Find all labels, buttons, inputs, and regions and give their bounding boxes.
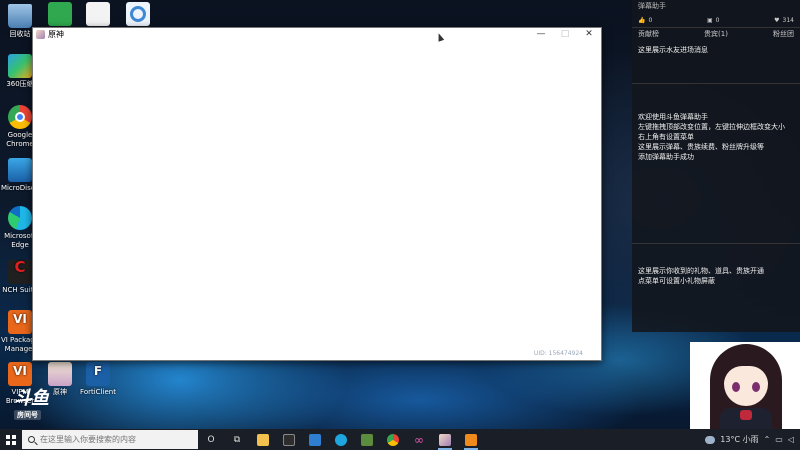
panel-title: 弹幕助手	[638, 2, 666, 10]
taskbar-infinity-app[interactable]: ∞	[406, 429, 432, 450]
welcome-line: 左键拖拽顶部改变位置，左键拉伸边框改变大小	[638, 123, 785, 131]
uid-watermark: UID: 156474924	[533, 350, 583, 357]
desktop-icon-forticlient[interactable]: FortiClient	[78, 362, 118, 397]
desktop-icon-label: Google Chrome	[6, 131, 34, 148]
green-app-icon	[48, 2, 72, 26]
window-title: 原神	[48, 30, 64, 39]
recycle-bin-icon	[8, 4, 32, 28]
edge-icon	[335, 433, 347, 446]
entry-messages-section: 这里展示水友进场消息	[632, 40, 800, 84]
window-content[interactable]: UID: 156474924	[33, 41, 601, 360]
360zip-icon	[8, 54, 32, 78]
search-icon	[28, 436, 35, 443]
vi-icon	[8, 362, 32, 386]
system-tray: 13°C 小雨 ⌃ ▭ ◁	[705, 434, 800, 445]
tab-vip[interactable]: 贵宾(1)	[704, 29, 728, 39]
stat-likes: 👍 0	[638, 16, 653, 24]
gift-messages-section: 这里展示你收到的礼物、道具、贵族开通 点菜单可设置小礼物屏蔽	[632, 244, 800, 289]
logo-room-label: 房间号	[14, 410, 41, 420]
taskbar-chrome[interactable]	[380, 429, 406, 450]
weather-text[interactable]: 13°C 小雨	[720, 434, 758, 445]
panel-tabs: 贡献榜 贵宾(1) 粉丝团	[632, 28, 800, 40]
game-icon	[439, 433, 451, 446]
cortana-button[interactable]: O	[198, 429, 224, 450]
logo-text: 斗鱼	[14, 388, 49, 409]
stat-hearts: ♥ 314	[774, 16, 794, 24]
heart-icon: ♥	[774, 16, 780, 24]
chrome-icon	[387, 433, 399, 446]
taskbar-search[interactable]	[22, 430, 198, 449]
danmaku-messages-section: 欢迎使用斗鱼弹幕助手 左键拖拽顶部改变位置，左键拉伸边框改变大小 右上角有设置菜…	[632, 84, 800, 244]
minimize-button[interactable]: —	[529, 28, 553, 41]
edge-icon	[8, 206, 32, 230]
chrome-icon	[8, 105, 32, 129]
volume-icon[interactable]: ◁	[788, 435, 794, 444]
task-view-button[interactable]: ⧉	[224, 429, 250, 450]
store-icon	[283, 433, 295, 446]
panel-stats: 👍 0 ▣ 0 ♥ 314	[632, 10, 800, 28]
desktop-icon-label: FortiClient	[80, 388, 116, 396]
danmaku-panel[interactable]: 弹幕助手 👍 0 ▣ 0 ♥ 314 贡献榜 贵宾(1) 粉丝团 这里展示水友进场消息…	[632, 0, 800, 332]
entry-notice: 这里展示水友进场消息	[638, 46, 708, 54]
taskbar-app[interactable]	[354, 429, 380, 450]
welcome-line: 这里展示弹幕、贵族续费、粉丝牌升级等	[638, 143, 764, 151]
tab-contribution[interactable]: 贡献榜	[638, 29, 659, 39]
avatar-eye	[732, 382, 740, 392]
vi-icon	[8, 310, 32, 334]
avatar-ribbon	[740, 410, 752, 420]
thumb-icon: 👍	[638, 16, 646, 24]
tab-fan-club[interactable]: 粉丝团	[773, 29, 794, 39]
search-input[interactable]	[40, 435, 190, 444]
gift-line: 点菜单可设置小礼物屏蔽	[638, 277, 715, 285]
taskbar-file-explorer[interactable]	[250, 429, 276, 450]
app-icon	[126, 2, 150, 26]
window-app-icon	[36, 30, 45, 39]
desktop-icon-green-app[interactable]	[40, 2, 80, 28]
start-button[interactable]	[0, 429, 22, 450]
microdiscu-icon	[8, 158, 32, 182]
gift-icon: ▣	[706, 16, 713, 24]
mail-icon	[309, 433, 321, 446]
infinity-icon: ∞	[414, 432, 424, 447]
app-icon	[361, 433, 373, 446]
chevron-up-icon[interactable]: ⌃	[764, 435, 771, 444]
avatar-eye	[752, 382, 760, 392]
nch-icon	[8, 260, 32, 284]
welcome-line: 右上角有设置菜单	[638, 133, 694, 141]
welcome-line: 欢迎使用斗鱼弹幕助手	[638, 113, 708, 121]
app-window[interactable]: 原神 — □ ✕ UID: 156474924	[32, 27, 602, 361]
desktop-icon-label: 回收站	[9, 30, 31, 38]
weather-icon	[705, 435, 716, 444]
document-icon	[86, 2, 110, 26]
taskbar-mail[interactable]	[302, 429, 328, 450]
yuanshen-icon	[48, 362, 72, 386]
taskbar-edge[interactable]	[328, 429, 354, 450]
taskbar-orange-app[interactable]	[458, 429, 484, 450]
taskbar: O ⧉ ∞ 13°C 小雨 ⌃ ▭ ◁	[0, 429, 800, 450]
stat-gifts: ▣ 0	[706, 16, 720, 24]
taskbar-game[interactable]	[432, 429, 458, 450]
window-titlebar[interactable]: 原神 — □ ✕	[33, 28, 601, 41]
forticlient-icon	[86, 362, 110, 386]
desktop-icon-app[interactable]	[118, 2, 158, 28]
desktop-icon-label: 360压缩	[6, 80, 34, 88]
orange-app-icon	[465, 433, 477, 446]
folder-icon	[257, 433, 269, 446]
taskbar-store[interactable]	[276, 429, 302, 450]
maximize-button[interactable]: □	[553, 28, 577, 41]
network-icon[interactable]: ▭	[775, 435, 783, 444]
close-button[interactable]: ✕	[577, 28, 601, 41]
douyu-logo: 斗鱼 房间号	[14, 384, 74, 424]
welcome-line: 添加弹幕助手成功	[638, 153, 694, 161]
gift-line: 这里展示你收到的礼物、道具、贵族开通	[638, 267, 764, 275]
desktop-icon-document[interactable]	[78, 2, 118, 28]
